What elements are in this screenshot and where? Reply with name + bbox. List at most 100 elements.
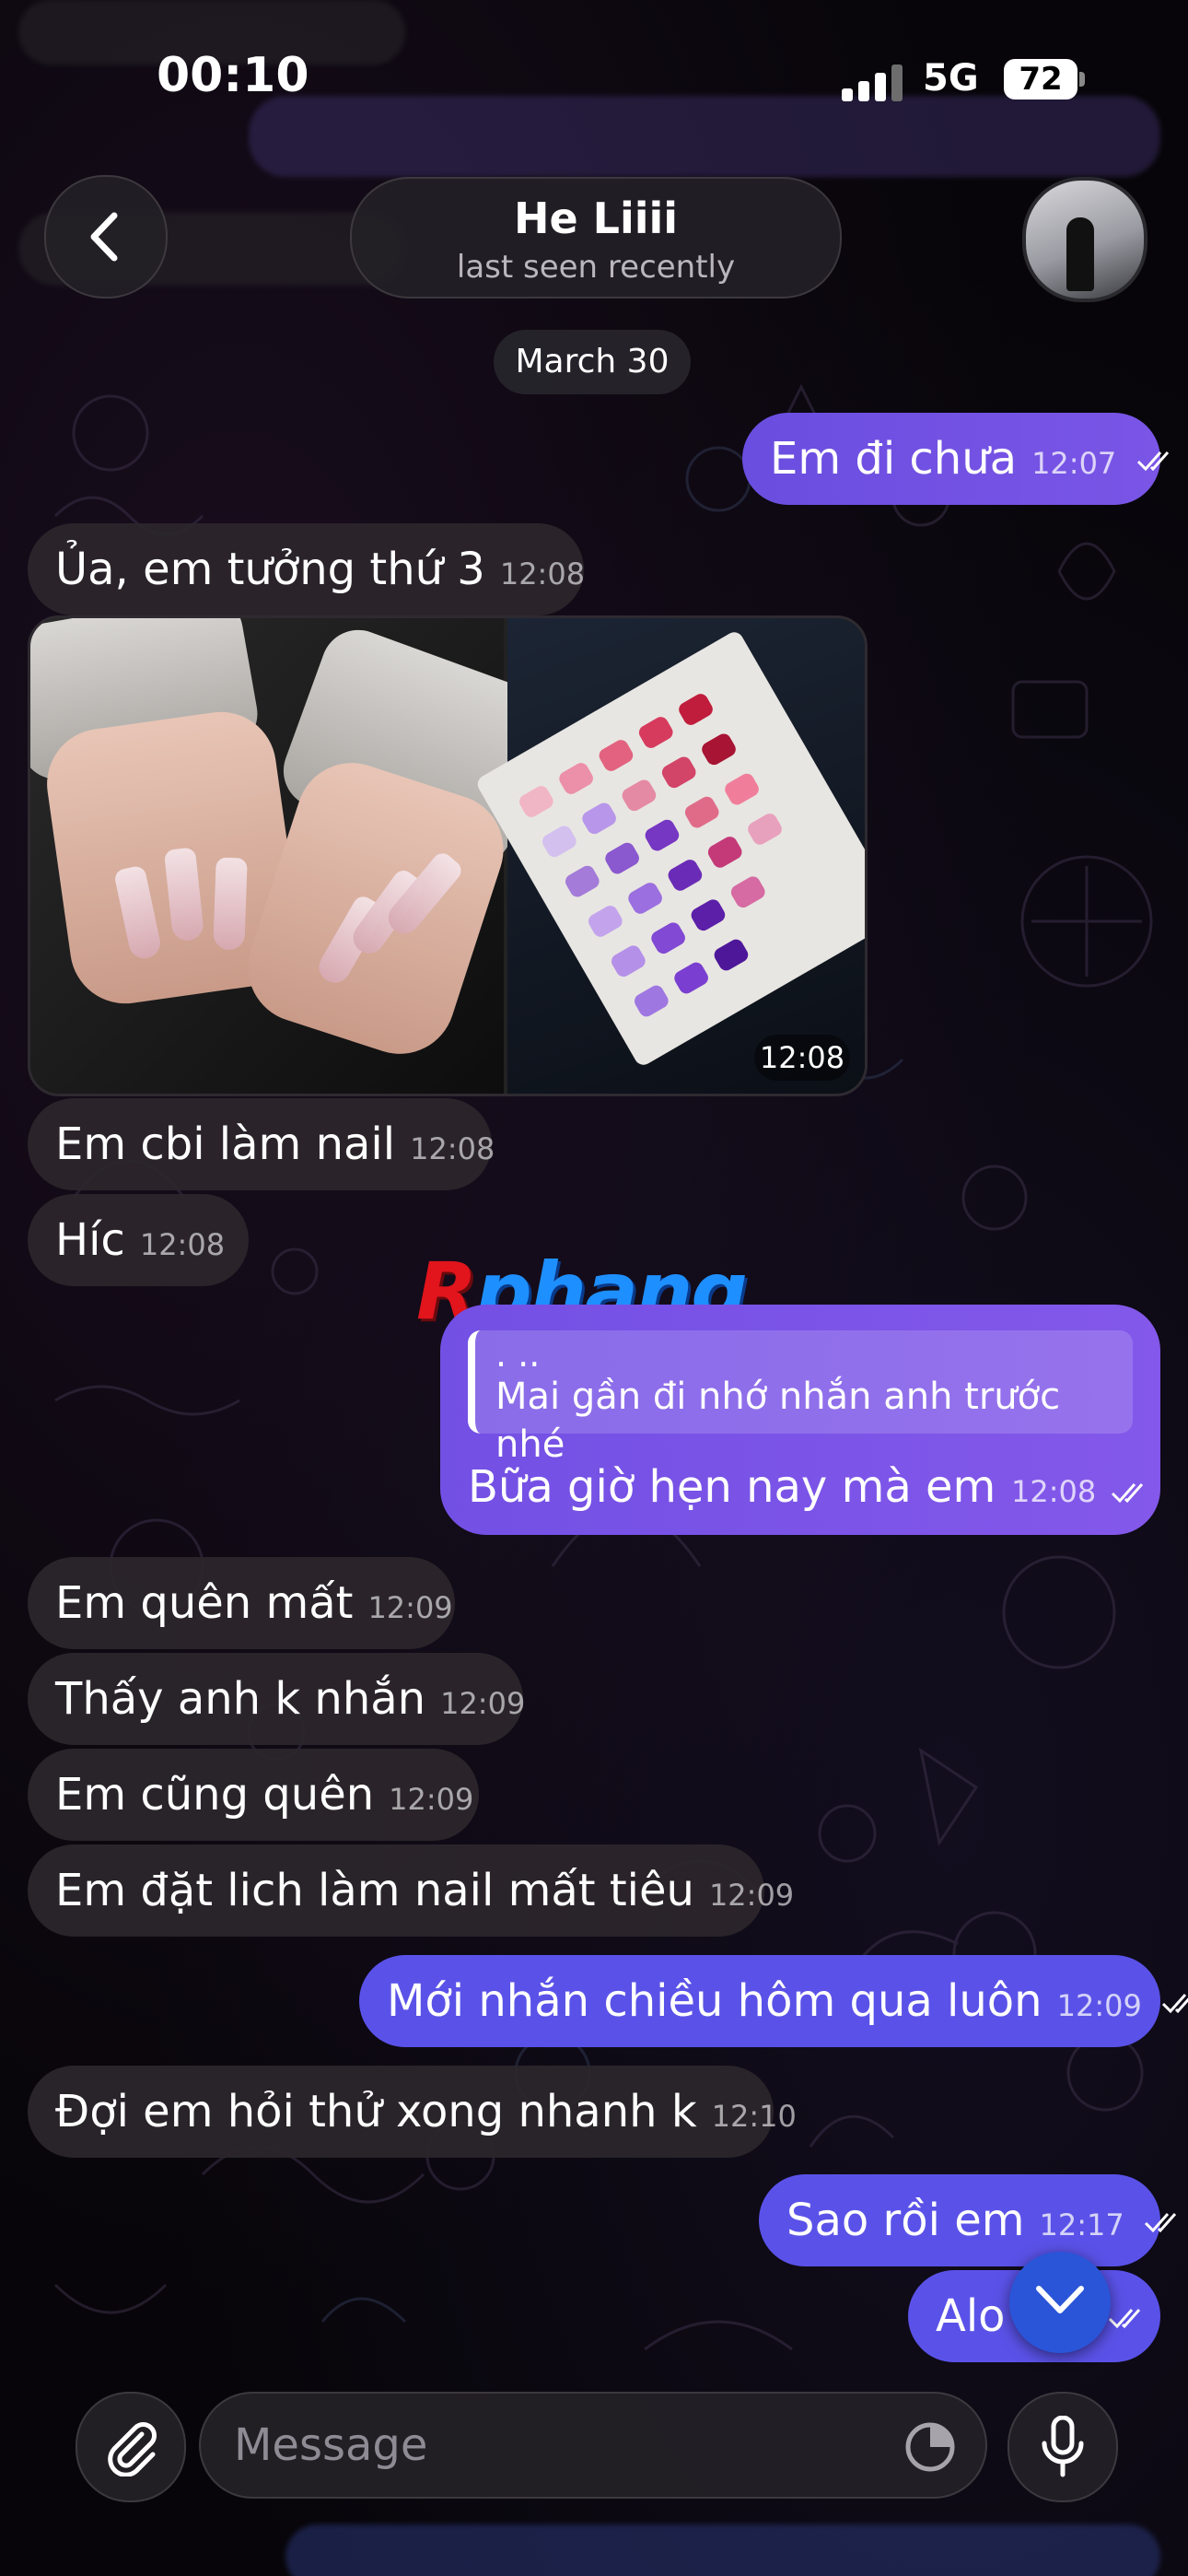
- color-swatch-board: [474, 628, 865, 1069]
- message-time: 12:17: [1039, 2207, 1124, 2242]
- message-text: Híc: [55, 1214, 125, 1266]
- swatch: [540, 823, 579, 861]
- message-text: Sao rồi em: [786, 2195, 1025, 2246]
- outgoing-message[interactable]: Mới nhắn chiều hôm qua luôn 12:09: [359, 1955, 1188, 2047]
- incoming-message[interactable]: Thấy anh k nhắn 12:09: [28, 1653, 526, 1745]
- scroll-to-bottom-button[interactable]: [1009, 2252, 1111, 2353]
- incoming-message[interactable]: Em cbi làm nail 12:08: [28, 1098, 495, 1190]
- message-time: 12:08: [139, 1227, 226, 1262]
- message-text: Em đi chưa: [770, 433, 1018, 485]
- album-time: 12:08: [754, 1035, 850, 1081]
- swatch: [699, 731, 739, 768]
- message-time: 12:09: [1056, 1988, 1142, 2023]
- quoted-author: . ..: [495, 1334, 541, 1375]
- attach-button[interactable]: [76, 2392, 186, 2502]
- photo-nail-color-chart[interactable]: [474, 618, 865, 1094]
- message-text: Bữa giờ hẹn nay mà em: [468, 1461, 996, 1513]
- swatch: [556, 760, 596, 797]
- avatar[interactable]: [1022, 177, 1147, 302]
- swatch: [596, 737, 636, 774]
- message-text: Em cũng quên: [55, 1769, 375, 1821]
- message-input[interactable]: Message: [199, 2392, 987, 2499]
- swatch: [722, 770, 762, 808]
- microphone-icon: [1042, 2416, 1084, 2477]
- swatch: [671, 959, 711, 997]
- message-text: Em đặt lich làm nail mất tiêu: [55, 1865, 694, 1916]
- swatch: [681, 793, 722, 831]
- incoming-message[interactable]: Em đặt lich làm nail mất tiêu 12:09: [28, 1844, 794, 1937]
- chat-title[interactable]: He Liiii last seen recently: [350, 177, 842, 299]
- swatch: [632, 982, 671, 1020]
- message-text: Alo: [936, 2290, 1006, 2342]
- nail: [213, 857, 248, 951]
- back-button[interactable]: [44, 175, 168, 299]
- photo-hands-nails[interactable]: [30, 618, 562, 1094]
- message-time: 12:08: [410, 1131, 495, 1166]
- message-text: Mới nhắn chiều hôm qua luôn: [387, 1975, 1042, 2027]
- network-type: 5G: [923, 57, 979, 100]
- quoted-message[interactable]: . .. Mai gần đi nhớ nhắn anh trước nhé: [468, 1330, 1133, 1466]
- message-text: Ủa, em tưởng thứ 3: [55, 544, 485, 595]
- clock: 00:10: [157, 48, 309, 103]
- date-separator: March 30: [494, 330, 691, 394]
- swatch: [705, 834, 745, 871]
- double-check-icon: [1136, 451, 1169, 472]
- swatch: [635, 714, 676, 751]
- swatch: [619, 777, 659, 814]
- battery-nub: [1079, 72, 1085, 87]
- contact-status: last seen recently: [456, 249, 736, 286]
- quoted-text: Mai gần đi nhớ nhắn anh trước nhé: [495, 1376, 1061, 1466]
- swatch: [665, 857, 705, 894]
- swatch: [563, 862, 602, 900]
- voice-record-button[interactable]: [1007, 2392, 1118, 2502]
- swatch: [648, 919, 688, 956]
- message-time: 12:10: [711, 2099, 797, 2134]
- incoming-message[interactable]: Em quên mất 12:09: [28, 1557, 455, 1649]
- swatch: [609, 943, 648, 979]
- contact-name: He Liiii: [513, 193, 679, 243]
- swatch: [586, 903, 625, 940]
- photo-album-message[interactable]: 12:08: [28, 615, 868, 1096]
- swatch: [602, 839, 642, 877]
- double-check-icon: [1108, 2309, 1140, 2329]
- double-check-icon: [1144, 2213, 1177, 2233]
- message-time: 12:09: [367, 1590, 453, 1625]
- status-bar: 00:10 5G 72: [0, 0, 1188, 157]
- avatar-figure: [1066, 217, 1094, 291]
- message-text: Thấy anh k nhắn: [55, 1673, 426, 1725]
- chat-screen: 00:10 5G 72 He Liiii last seen recently …: [0, 0, 1188, 2576]
- background-ghost-bubble: [285, 2524, 1160, 2576]
- message-time: 12:09: [440, 1686, 526, 1721]
- swatch: [625, 880, 665, 917]
- double-check-icon: [1112, 1483, 1144, 1504]
- swatch: [688, 896, 728, 933]
- outgoing-message[interactable]: Em đi chưa 12:07: [742, 413, 1169, 505]
- swatch: [745, 811, 785, 848]
- chevron-down-icon: [1036, 2286, 1084, 2313]
- swatch: [676, 691, 716, 728]
- message-text: Em cbi làm nail: [55, 1118, 396, 1170]
- back-chevron-icon: [90, 212, 118, 262]
- sticker-clock-icon[interactable]: [903, 2419, 958, 2475]
- message-time: 12:08: [1011, 1474, 1151, 1509]
- message-time: 12:09: [389, 1782, 474, 1817]
- incoming-message[interactable]: Đợi em hỏi thử xong nhanh k 12:10: [28, 2066, 797, 2158]
- outgoing-reply-message[interactable]: . .. Mai gần đi nhớ nhắn anh trước nhé B…: [440, 1305, 1160, 1535]
- message-text: Em quên mất: [55, 1577, 354, 1629]
- battery-indicator: 72: [1004, 59, 1077, 100]
- swatch: [658, 754, 699, 791]
- message-time: 12:07: [1031, 446, 1117, 481]
- double-check-icon: [1162, 1994, 1188, 2014]
- message-time: 12:08: [499, 556, 586, 591]
- swatch: [579, 800, 619, 837]
- swatch: [517, 783, 556, 820]
- incoming-message[interactable]: Ủa, em tưởng thứ 3 12:08: [28, 523, 586, 615]
- incoming-message[interactable]: Híc 12:08: [28, 1194, 249, 1286]
- message-time: 12:09: [708, 1878, 795, 1913]
- outgoing-message[interactable]: Sao rồi em 12:17: [759, 2174, 1177, 2266]
- swatch: [711, 936, 751, 974]
- swatch: [642, 816, 682, 854]
- message-text: Đợi em hỏi thử xong nhanh k: [55, 2086, 697, 2137]
- swatch: [728, 873, 768, 910]
- incoming-message[interactable]: Em cũng quên 12:09: [28, 1749, 479, 1841]
